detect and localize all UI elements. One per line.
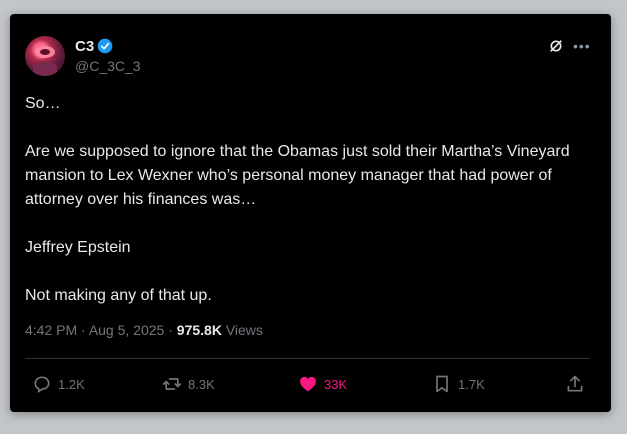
share-button[interactable] — [565, 374, 585, 394]
views-count: 975.8K — [176, 322, 222, 338]
retweet-count: 8.3K — [188, 376, 215, 392]
more-options-icon[interactable]: ••• — [573, 38, 591, 54]
tweet-time[interactable]: 4:42 PM — [25, 322, 77, 338]
bookmark-icon — [436, 375, 448, 393]
grok-icon[interactable] — [548, 38, 564, 54]
author-name[interactable]: C3 — [75, 38, 94, 55]
tweet-date[interactable]: Aug 5, 2025 — [89, 322, 165, 338]
tweet-line: Not making any of that up. — [25, 287, 212, 304]
tweet-line: Are we supposed to ignore that the Obama… — [25, 143, 570, 208]
reply-count: 1.2K — [58, 376, 85, 392]
retweet-icon — [162, 378, 182, 390]
share-icon — [567, 375, 583, 392]
divider — [25, 358, 590, 359]
bookmark-count: 1.7K — [458, 376, 485, 392]
reply-button[interactable]: 1.2K — [32, 374, 85, 394]
heart-icon — [300, 376, 316, 392]
tweet-line: Jeffrey Epstein — [25, 239, 131, 256]
author-handle[interactable]: @C_3C_3 — [75, 58, 141, 74]
like-count: 33K — [324, 376, 348, 392]
avatar[interactable] — [25, 36, 65, 76]
verified-badge-icon — [97, 38, 113, 54]
avatar-image — [33, 46, 57, 76]
bookmark-button[interactable]: 1.7K — [432, 374, 485, 394]
reply-icon — [34, 376, 50, 394]
tweet-meta: 4:42 PM · Aug 5, 2025 · 975.8K Views — [25, 322, 263, 338]
like-button[interactable]: 33K — [298, 374, 347, 394]
tweet-text: So… Are we supposed to ignore that the O… — [25, 92, 585, 308]
retweet-button[interactable]: 8.3K — [162, 374, 215, 394]
views-label: Views — [225, 322, 263, 338]
tweet-line: So… — [25, 95, 61, 112]
